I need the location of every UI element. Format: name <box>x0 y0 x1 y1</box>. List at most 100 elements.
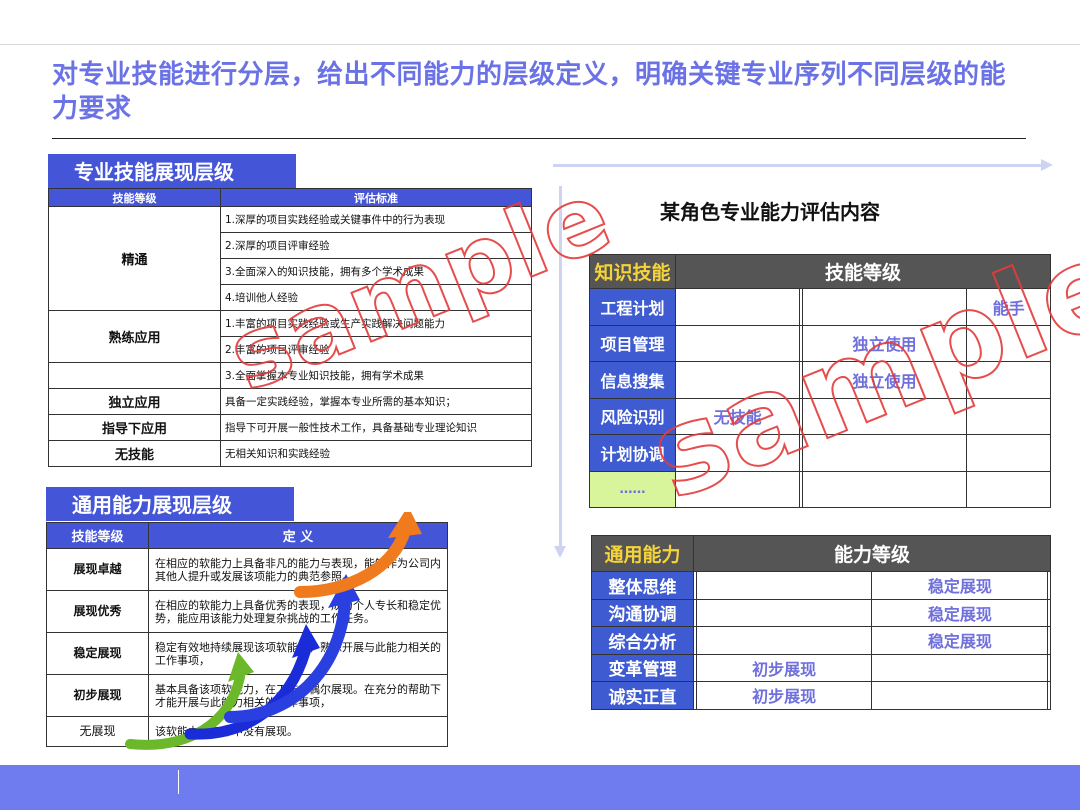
table-row: 无技能 无相关知识和实践经验 <box>48 440 532 467</box>
table-row: 精通 1.深厚的项目实践经验或关键事件中的行为表现 <box>48 206 532 311</box>
row-header: 诚实正直 <box>591 681 694 710</box>
criteria-cell: 1.丰富的项目实践经验或生产实践解决问题能力 <box>220 310 532 337</box>
table-row: 指导下应用 指导下可开展一般性技术工作，具备基础专业理论知识 <box>48 414 532 441</box>
level-cell: 稳定展现 <box>46 632 149 675</box>
table-row: 项目管理 独立使用 <box>589 324 1051 362</box>
row-header: 沟通协调 <box>591 598 694 627</box>
criteria-cell: 4.培训他人经验 <box>220 284 532 311</box>
header-skill-level: 技能等级 <box>48 188 221 207</box>
level-jingtong: 精通 <box>48 206 221 311</box>
criteria-cell: 具备一定实践经验，掌握本专业所需的基本知识； <box>220 388 532 415</box>
flow-arrow-vertical <box>554 186 566 558</box>
header-skill-level: 技能等级 <box>46 522 149 549</box>
flow-arrow-horizontal <box>553 159 1053 171</box>
level-cell <box>1047 626 1051 655</box>
skill-section-tab: 专业技能展现层级 <box>48 154 296 188</box>
level-cell: 初步展现 <box>695 653 873 682</box>
level-cell <box>966 324 1051 362</box>
table-row: 展现优秀 在相应的软能力上具备优秀的表现，成为个人专长和稳定优势，能应用该能力处… <box>46 590 448 633</box>
level-cell <box>966 361 1051 399</box>
level-cell: 能手 <box>966 288 1051 326</box>
ability-level-header: 能力等级 <box>693 535 1051 572</box>
general-section-tab: 通用能力展现层级 <box>46 487 294 521</box>
level-duli: 独立应用 <box>48 388 221 415</box>
table-row: 熟练应用 1.丰富的项目实践经验或生产实践解决问题能力 <box>48 310 532 363</box>
table-row: 风险识别 无技能 <box>589 397 1051 435</box>
title-underline <box>52 138 1026 139</box>
general-corner: 通用能力 <box>591 535 694 572</box>
skill-level-table: 技能等级 评估标准 精通 1.深厚的项目实践经验或关键事件中的行为表现 2.深厚… <box>48 188 532 467</box>
level-cell <box>801 397 968 435</box>
level-cell: 独立使用 <box>801 324 968 362</box>
level-cell <box>1047 598 1051 627</box>
header-criteria: 评估标准 <box>220 188 532 207</box>
table-row: 稳定展现 稳定有效地持续展现该项软能力，熟练开展与此能力相关的工作事项， <box>46 632 448 675</box>
level-cell <box>966 397 1051 435</box>
level-cell <box>1047 653 1051 682</box>
table-row: 独立应用 具备一定实践经验，掌握本专业所需的基本知识； <box>48 388 532 415</box>
level-shulian: 熟练应用 <box>48 310 221 363</box>
row-header: 项目管理 <box>589 324 676 362</box>
table-row: 无展现 该软能力在工作中没有展现。 <box>46 716 448 747</box>
row-header: 综合分析 <box>591 626 694 655</box>
definition-cell: 在相应的软能力上具备优秀的表现，成为个人专长和稳定优势，能应用该能力处理复杂挑战… <box>148 590 448 633</box>
definition-cell: 该软能力在工作中没有展现。 <box>148 716 448 747</box>
level-cell <box>966 470 1051 508</box>
level-empty <box>48 362 221 389</box>
table-row: 3.全面掌握本专业知识技能，拥有学术成果 <box>48 362 532 389</box>
footer-divider <box>178 770 179 794</box>
criteria-cell: 2.深厚的项目评审经验 <box>220 232 532 259</box>
criteria-cell: 3.全面掌握本专业知识技能，拥有学术成果 <box>220 362 532 389</box>
table-row: 展现卓越 在相应的软能力上具备非凡的能力与表现，能够作为公司内其他人提升或发展该… <box>46 548 448 591</box>
level-cell: 独立使用 <box>801 361 968 399</box>
level-cell <box>695 626 873 655</box>
knowledge-corner: 知识技能 <box>589 254 676 289</box>
table-row: 工程计划 能手 <box>589 288 1051 326</box>
level-cell <box>674 361 801 399</box>
level-cell: 稳定展现 <box>871 571 1049 600</box>
table-row: 诚实正直 初步展现 <box>591 681 1051 710</box>
level-cell <box>674 470 801 508</box>
definition-cell: 稳定有效地持续展现该项软能力，熟练开展与此能力相关的工作事项， <box>148 632 448 675</box>
table-row: 初步展现 基本具备该项软能力，在工作中偶尔展现。在充分的帮助下才能开展与此能力相… <box>46 674 448 717</box>
level-cell <box>801 434 968 472</box>
row-header: …… <box>589 470 676 508</box>
level-cell <box>966 434 1051 472</box>
level-cell <box>801 288 968 326</box>
criteria-cell: 无相关知识和实践经验 <box>220 440 532 467</box>
row-header: 变革管理 <box>591 653 694 682</box>
level-cell: 无展现 <box>46 716 149 747</box>
row-header: 整体思维 <box>591 571 694 600</box>
table-row: 整体思维 稳定展现 <box>591 571 1051 600</box>
page-title: 对专业技能进行分层，给出不同能力的层级定义，明确关键专业序列不同层级的能力要求 <box>52 60 1007 124</box>
level-cell: 无技能 <box>674 397 801 435</box>
level-cell: 初步展现 <box>695 681 873 710</box>
table-row: 综合分析 稳定展现 <box>591 626 1051 655</box>
level-cell: 稳定展现 <box>871 626 1049 655</box>
level-cell <box>871 681 1049 710</box>
table-row: …… <box>589 470 1051 508</box>
criteria-cell: 2.丰富的项目评审经验 <box>220 336 532 363</box>
level-cell <box>695 571 873 600</box>
level-cell <box>801 470 968 508</box>
table-row: 变革管理 初步展现 <box>591 653 1051 682</box>
criteria-cell: 1.深厚的项目实践经验或关键事件中的行为表现 <box>220 206 532 233</box>
row-header: 信息搜集 <box>589 361 676 399</box>
criteria-cell: 指导下可开展一般性技术工作，具备基础专业理论知识 <box>220 414 532 441</box>
row-header: 工程计划 <box>589 288 676 326</box>
level-zhidao: 指导下应用 <box>48 414 221 441</box>
level-cell: 稳定展现 <box>871 598 1049 627</box>
level-cell <box>674 324 801 362</box>
level-cell <box>674 288 801 326</box>
row-header: 风险识别 <box>589 397 676 435</box>
level-cell <box>871 653 1049 682</box>
skill-level-header: 技能等级 <box>675 254 1051 289</box>
general-level-table: 技能等级 定 义 展现卓越 在相应的软能力上具备非凡的能力与表现，能够作为公司内… <box>46 522 448 747</box>
level-cell: 初步展现 <box>46 674 149 717</box>
header-definition: 定 义 <box>148 522 448 549</box>
level-cell <box>695 598 873 627</box>
level-cell: 展现卓越 <box>46 548 149 591</box>
level-wu: 无技能 <box>48 440 221 467</box>
footer-bar <box>0 765 1080 810</box>
criteria-cell: 3.全面深入的知识技能，拥有多个学术成果 <box>220 258 532 285</box>
